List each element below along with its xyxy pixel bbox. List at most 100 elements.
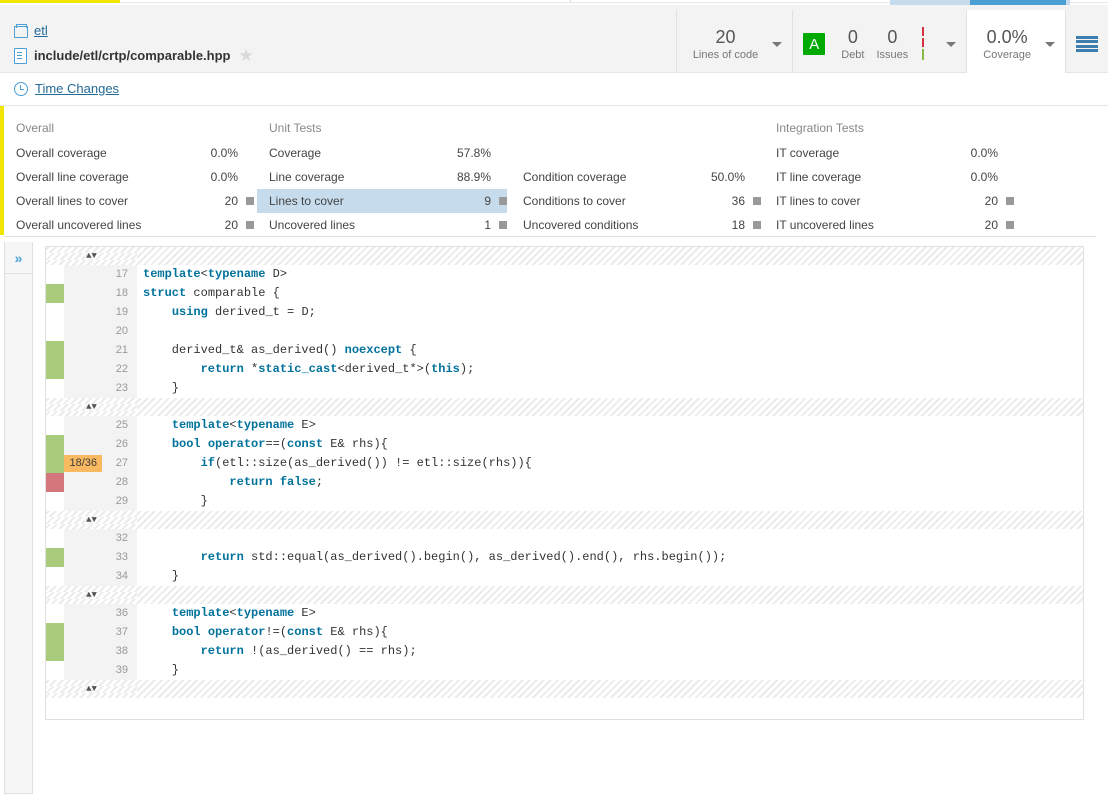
code-text: E> [294, 606, 316, 620]
star-icon[interactable]: ★ [238, 47, 253, 64]
line-number[interactable]: 32 [64, 529, 137, 548]
line-number[interactable]: 37 [64, 623, 137, 642]
line-number[interactable]: 27 18/36 [64, 454, 137, 473]
measure-row[interactable]: Line coverage 88.9% [257, 165, 507, 189]
condition-coverage-badge[interactable]: 18/36 [64, 455, 102, 472]
measure-trend-placeholder [753, 149, 761, 157]
measure-row[interactable]: IT uncovered lines 20 [764, 213, 1014, 237]
line-number[interactable]: 23 [64, 379, 137, 398]
line-number[interactable]: 38 [64, 642, 137, 661]
expand-lines-icon[interactable]: ▲ ▼ [46, 515, 137, 524]
expand-lines-icon[interactable]: ▲ ▼ [46, 402, 137, 411]
line-covered-marker[interactable] [46, 341, 64, 360]
header-menu-button[interactable] [1065, 10, 1108, 78]
line-covered-marker[interactable] [46, 548, 64, 567]
code-line-row: 29 } [46, 492, 1083, 511]
code-line-row: 37 bool operator!=(const E& rhs){ [46, 623, 1083, 642]
measure-row-empty [511, 141, 761, 165]
measure-trend-icon[interactable] [499, 221, 507, 229]
measure-value: 0.0% [210, 146, 238, 160]
line-covered-marker[interactable] [46, 623, 64, 642]
source-code-viewer[interactable]: ▲ ▼ 17 template<typename D> 18 struct compara… [45, 246, 1084, 720]
code-line-text: } [137, 379, 1083, 398]
file-icon [14, 48, 27, 64]
line-covered-marker[interactable] [46, 284, 64, 303]
measure-row[interactable]: Uncovered lines 1 [257, 213, 507, 237]
measure-row[interactable]: Overall coverage 0.0% [4, 141, 254, 165]
line-number[interactable]: 39 [64, 661, 137, 680]
measure-trend-icon[interactable] [753, 221, 761, 229]
line-number[interactable]: 34 [64, 567, 137, 586]
measure-row[interactable]: IT lines to cover 20 [764, 189, 1014, 213]
measure-trend-placeholder [246, 149, 254, 157]
measure-row[interactable]: Overall line coverage 0.0% [4, 165, 254, 189]
line-number[interactable]: 36 [64, 604, 137, 623]
measure-row[interactable]: Uncovered conditions 18 [511, 213, 761, 237]
code-keyword: using [171, 305, 208, 319]
line-number[interactable]: 21 [64, 341, 137, 360]
measure-name: Overall lines to cover [16, 194, 129, 208]
measure-trend-icon[interactable] [1006, 221, 1014, 229]
chevron-down-icon[interactable] [946, 41, 957, 47]
code-line-text: return std::equal(as_derived().begin(), … [137, 548, 1083, 567]
line-uncovered-marker[interactable] [46, 473, 64, 492]
line-number[interactable]: 28 [64, 473, 137, 492]
issues-label: Issues [876, 48, 909, 61]
measure-row[interactable]: Overall lines to cover 20 [4, 189, 254, 213]
code-line-row: 17 template<typename D> [46, 265, 1083, 284]
header-metric-debt-issues[interactable]: A 0 Debt 0 Issues [792, 10, 966, 78]
line-covered-marker[interactable] [46, 360, 64, 379]
header-metric-coverage[interactable]: 0.0% Coverage [966, 10, 1065, 78]
measure-trend-icon[interactable] [753, 197, 761, 205]
breadcrumb-project-link[interactable]: etl [34, 23, 48, 38]
time-changes-button[interactable]: Time Changes [14, 81, 119, 96]
code-collapsed-separator: ▲ ▼ [46, 398, 1083, 416]
line-coverage-empty [46, 529, 64, 548]
expand-lines-icon[interactable]: ▲ ▼ [46, 590, 137, 599]
code-line-text: return false; [137, 473, 1083, 492]
line-number[interactable]: 25 [64, 416, 137, 435]
line-number[interactable]: 17 [64, 265, 137, 284]
line-coverage-empty [46, 492, 64, 511]
expand-lines-icon[interactable]: ▲ ▼ [46, 251, 137, 260]
measure-row[interactable]: Coverage 57.8% [257, 141, 507, 165]
expand-lines-icon[interactable]: ▲ ▼ [46, 684, 137, 693]
code-keyword: typename [207, 267, 266, 281]
measure-row[interactable]: Overall uncovered lines 20 [4, 213, 254, 237]
measure-row[interactable]: IT line coverage 0.0% [764, 165, 1014, 189]
measure-trend-icon[interactable] [499, 197, 507, 205]
line-number[interactable]: 18 [64, 284, 137, 303]
measure-row[interactable]: Condition coverage 50.0% [511, 165, 761, 189]
measure-trend-icon[interactable] [1006, 197, 1014, 205]
lines-of-code-value: 20 [715, 26, 736, 47]
line-number[interactable]: 26 [64, 435, 137, 454]
measure-row[interactable]: IT coverage 0.0% [764, 141, 1014, 165]
line-number[interactable]: 19 [64, 303, 137, 322]
hamburger-menu-icon[interactable] [1076, 36, 1098, 52]
header-metric-lines-of-code[interactable]: 20 Lines of code [675, 10, 792, 78]
chevron-down-icon[interactable] [772, 41, 783, 47]
line-number[interactable]: 29 [64, 492, 137, 511]
line-number[interactable]: 22 [64, 360, 137, 379]
code-line-text: } [137, 492, 1083, 511]
measure-trend-icon[interactable] [246, 197, 254, 205]
measure-row[interactable]: Conditions to cover 36 [511, 189, 761, 213]
measure-row[interactable]: Lines to cover 9 [257, 189, 507, 213]
code-text: D> [265, 267, 288, 281]
lines-of-code-stack: 20 Lines of code [687, 27, 764, 62]
line-number[interactable]: 20 [64, 322, 137, 341]
expand-sidebar-button[interactable]: » [5, 242, 32, 274]
debt-value: 0 [847, 26, 858, 47]
line-covered-marker[interactable] [46, 454, 64, 473]
code-text: < [229, 418, 237, 432]
line-coverage-empty [46, 567, 64, 586]
line-covered-marker[interactable] [46, 642, 64, 661]
measure-trend-icon[interactable] [246, 221, 254, 229]
chevron-down-icon[interactable] [1045, 41, 1055, 47]
measure-trend-placeholder [753, 173, 761, 181]
code-text: * [243, 362, 259, 376]
line-covered-marker[interactable] [46, 435, 64, 454]
line-number[interactable]: 33 [64, 548, 137, 567]
